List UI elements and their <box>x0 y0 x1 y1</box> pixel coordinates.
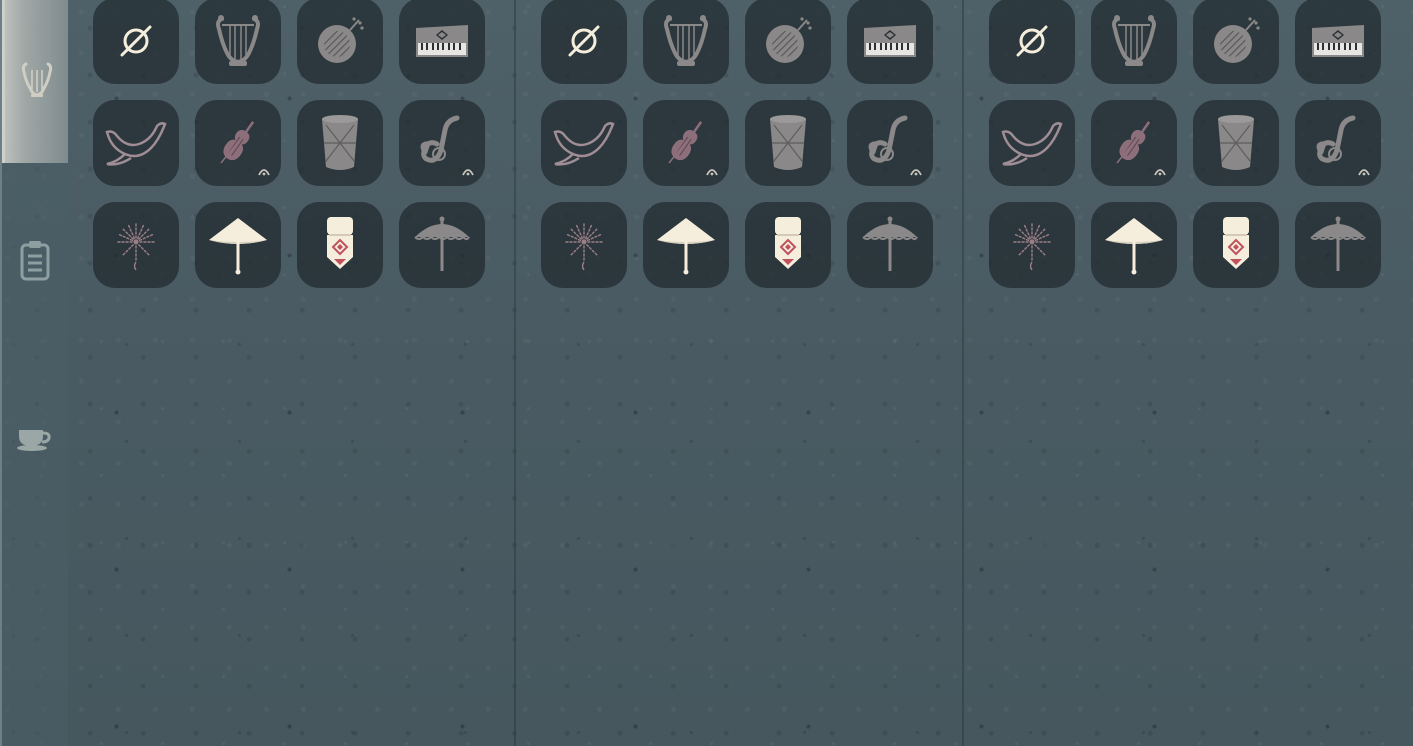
instrument-tile[interactable] <box>195 202 281 288</box>
lyre-icon <box>213 11 263 71</box>
instrument-tile[interactable]: ♪ <box>847 100 933 186</box>
drum-icon <box>766 113 810 173</box>
conical-hat-icon <box>1101 214 1167 276</box>
instrument-tile[interactable] <box>643 202 729 288</box>
lantern-charm-icon <box>323 215 357 275</box>
instrument-tile[interactable] <box>989 100 1075 186</box>
instrument-tile[interactable] <box>541 202 627 288</box>
violin-icon <box>1109 115 1159 171</box>
instrument-tile[interactable]: ♪ <box>399 100 485 186</box>
saxophone-icon: ♪ <box>1313 114 1363 172</box>
variant-indicator-icon <box>1154 169 1166 176</box>
none-icon <box>116 21 156 61</box>
instrument-tile[interactable] <box>1091 100 1177 186</box>
variant-indicator-icon <box>1358 169 1370 176</box>
lute-icon <box>760 13 816 69</box>
lyre-icon <box>20 60 54 104</box>
instrument-tile[interactable] <box>989 202 1075 288</box>
instrument-tile[interactable] <box>93 100 179 186</box>
violin-icon <box>213 115 263 171</box>
variant-indicator-icon <box>706 169 718 176</box>
none-icon <box>564 21 604 61</box>
instrument-tile[interactable] <box>1193 0 1279 84</box>
parasol-icon <box>411 215 473 275</box>
keyboard-icon <box>1310 23 1366 59</box>
instrument-tile[interactable] <box>541 0 627 84</box>
drum-icon <box>1214 113 1258 173</box>
instrument-grid: ♪ <box>93 0 485 288</box>
lantern-charm-icon <box>771 215 805 275</box>
instrument-tile[interactable] <box>297 0 383 84</box>
instrument-tile[interactable] <box>297 202 383 288</box>
instrument-tile[interactable] <box>1193 100 1279 186</box>
instrument-tile[interactable] <box>847 0 933 84</box>
keyboard-icon <box>414 23 470 59</box>
horn-icon <box>999 118 1065 168</box>
instrument-tile[interactable] <box>93 0 179 84</box>
svg-text:♪: ♪ <box>436 151 442 161</box>
variant-indicator-icon <box>462 169 474 176</box>
instrument-tile[interactable] <box>643 100 729 186</box>
instrument-panel-1: ♪ <box>70 0 516 746</box>
instrument-tile[interactable] <box>93 202 179 288</box>
instrument-tile[interactable] <box>745 100 831 186</box>
parasol-icon <box>859 215 921 275</box>
lantern-charm-icon <box>1219 215 1253 275</box>
instrument-panel-3: ♪ <box>966 0 1412 746</box>
instrument-tile[interactable] <box>745 202 831 288</box>
instrument-grid: ♪ <box>541 0 933 288</box>
saxophone-icon: ♪ <box>417 114 467 172</box>
instrument-tile[interactable] <box>1295 0 1381 84</box>
svg-text:♪: ♪ <box>1332 151 1338 161</box>
parasol-icon <box>1307 215 1369 275</box>
instrument-tile[interactable] <box>399 0 485 84</box>
instrument-tile[interactable] <box>195 100 281 186</box>
variant-indicator-icon <box>258 169 270 176</box>
instrument-tile[interactable] <box>541 100 627 186</box>
lute-icon <box>312 13 368 69</box>
horn-icon <box>103 118 169 168</box>
conical-hat-icon <box>653 214 719 276</box>
teacup-icon <box>16 424 54 456</box>
instrument-tile[interactable] <box>989 0 1075 84</box>
firework-icon <box>557 218 611 272</box>
keyboard-icon <box>862 23 918 59</box>
none-icon <box>1012 21 1052 61</box>
violin-icon <box>661 115 711 171</box>
lyre-icon <box>661 11 711 71</box>
instrument-tile[interactable] <box>1091 0 1177 84</box>
instrument-tile[interactable] <box>847 202 933 288</box>
conical-hat-icon <box>205 214 271 276</box>
instrument-tile[interactable] <box>195 0 281 84</box>
instrument-panel-2: ♪ <box>518 0 964 746</box>
tab-instruments[interactable] <box>2 0 68 163</box>
instrument-tile[interactable] <box>399 202 485 288</box>
instrument-tile[interactable] <box>745 0 831 84</box>
instrument-tile[interactable]: ♪ <box>1295 100 1381 186</box>
svg-text:♪: ♪ <box>884 151 890 161</box>
saxophone-icon: ♪ <box>865 114 915 172</box>
tab-list[interactable] <box>2 225 68 300</box>
lyre-icon <box>1109 11 1159 71</box>
instrument-grid: ♪ <box>989 0 1381 288</box>
clipboard-icon <box>18 239 52 287</box>
instrument-tile[interactable] <box>1091 202 1177 288</box>
lute-icon <box>1208 13 1264 69</box>
firework-icon <box>1005 218 1059 272</box>
drum-icon <box>318 113 362 173</box>
category-sidebar <box>0 0 68 746</box>
variant-indicator-icon <box>910 169 922 176</box>
instrument-tile[interactable] <box>1193 202 1279 288</box>
instrument-tile[interactable] <box>297 100 383 186</box>
instrument-tile[interactable] <box>1295 202 1381 288</box>
firework-icon <box>109 218 163 272</box>
tab-drinks[interactable] <box>2 405 68 475</box>
horn-icon <box>551 118 617 168</box>
instrument-tile[interactable] <box>643 0 729 84</box>
